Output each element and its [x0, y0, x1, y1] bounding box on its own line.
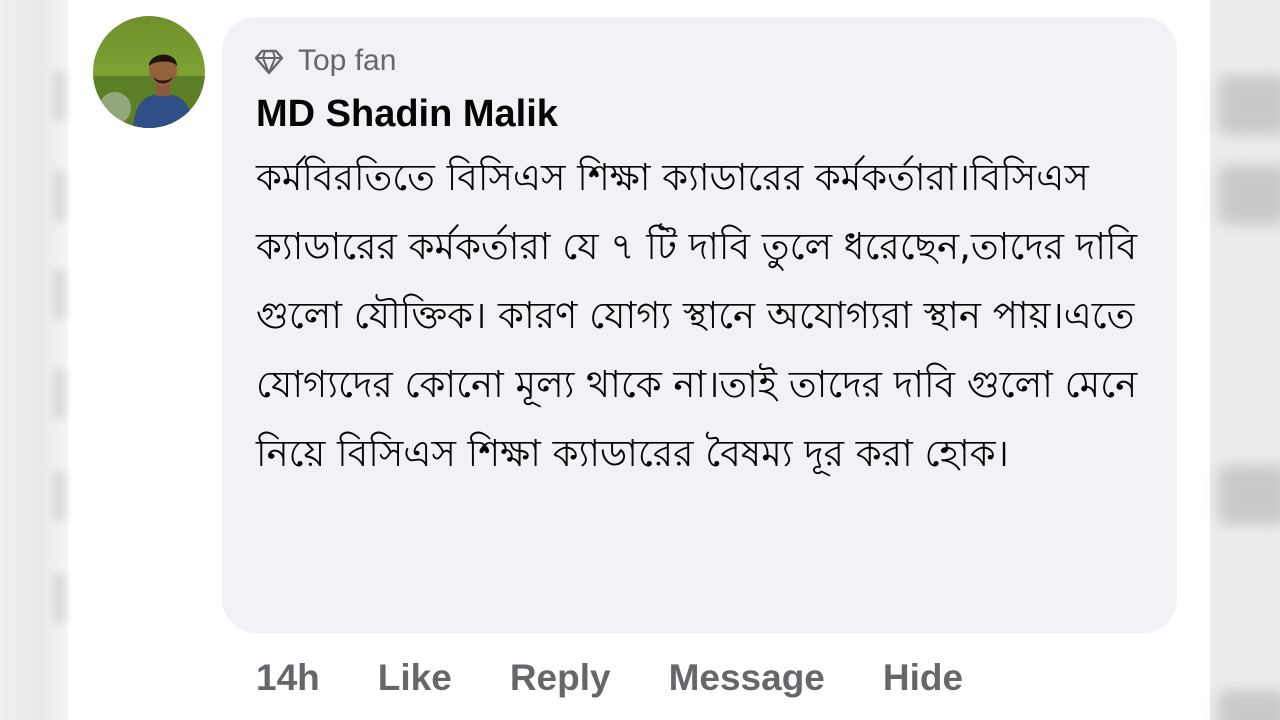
comment-actions: 14h Like Reply Message Hide	[256, 652, 963, 704]
reply-button[interactable]: Reply	[510, 657, 611, 699]
message-button[interactable]: Message	[669, 657, 825, 699]
hide-button[interactable]: Hide	[883, 657, 963, 699]
comment-bubble: Top fan MD Shadin Malik কর্মবিরতিতে বিসি…	[222, 17, 1177, 633]
timestamp[interactable]: 14h	[256, 657, 320, 699]
comment-body: কর্মবিরতিতে বিসিএস শিক্ষা ক্যাডারের কর্ম…	[256, 156, 1138, 475]
top-fan-badge[interactable]: Top fan	[254, 43, 1157, 79]
badge-label: Top fan	[298, 44, 397, 77]
blurred-right-edge	[1210, 0, 1280, 720]
diamond-icon	[254, 49, 284, 75]
avatar[interactable]	[93, 16, 205, 128]
avatar-photo	[93, 16, 205, 128]
author-name[interactable]: MD Shadin Malik	[256, 91, 1157, 137]
like-button[interactable]: Like	[378, 657, 452, 699]
comment-screen: Top fan MD Shadin Malik কর্মবিরতিতে বিসি…	[0, 0, 1280, 720]
blurred-left-edge	[0, 0, 68, 720]
